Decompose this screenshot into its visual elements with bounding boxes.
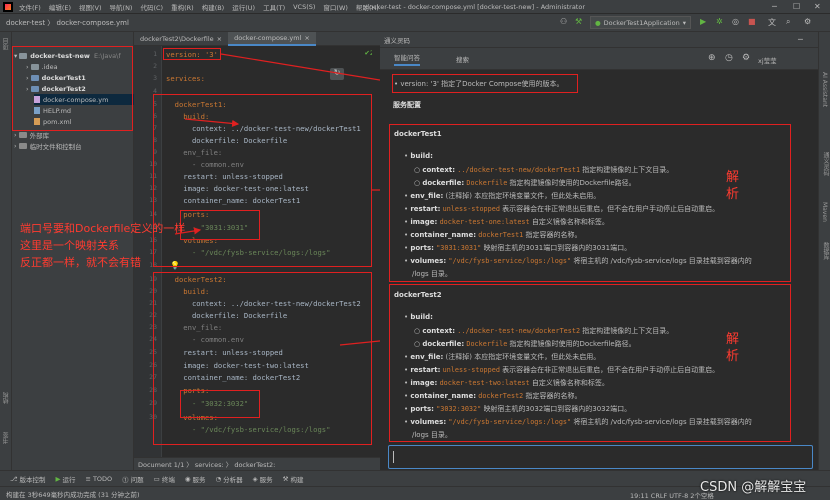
tool-problems[interactable]: ⓵ 问题 bbox=[122, 474, 144, 484]
tool-tongyi[interactable]: 通义灵码 bbox=[821, 152, 830, 176]
jiexi-label-1b: 析 bbox=[726, 187, 740, 202]
list-icon: ≡ bbox=[85, 474, 91, 483]
tool-problems-label: 问题 bbox=[130, 475, 144, 484]
ai-panel-title: 通义灵码 bbox=[384, 36, 410, 45]
history-icon[interactable]: ◷ bbox=[725, 53, 733, 63]
tool-vcs-label: 版本控制 bbox=[19, 475, 46, 484]
problems-icon: ⓵ bbox=[122, 475, 129, 484]
tool-vcs[interactable]: ⎇ 版本控制 bbox=[10, 474, 46, 484]
settings-icon[interactable]: ⚙ bbox=[742, 53, 750, 63]
arrow-ports1 bbox=[174, 227, 202, 235]
tab-search[interactable]: 搜索 bbox=[456, 54, 469, 64]
build-status[interactable]: 构建在 3秒649毫秒内成功完成 (31 分钟之前) bbox=[6, 489, 140, 499]
service1-answer-highlight-box bbox=[389, 124, 791, 282]
user-name[interactable]: xj莹莹 bbox=[758, 55, 777, 65]
build-icon: ⚒ bbox=[282, 474, 289, 483]
terminal-icon: ▭ bbox=[153, 474, 160, 483]
version-answer-highlight-box bbox=[392, 74, 578, 93]
tool-build-label: 构建 bbox=[290, 475, 304, 484]
endpoints-icon: ◈ bbox=[252, 474, 258, 483]
profiler-icon: ◔ bbox=[215, 474, 222, 483]
ai-question-input[interactable] bbox=[388, 445, 813, 469]
tool-services-2-label: 服务 bbox=[259, 475, 273, 484]
arrow-build1 bbox=[184, 118, 240, 128]
tool-services-label: 服务 bbox=[192, 475, 206, 484]
tool-terminal-label: 终端 bbox=[161, 475, 175, 484]
tool-run[interactable]: ▶ 运行 bbox=[56, 474, 76, 484]
tool-maven[interactable]: Maven bbox=[821, 202, 828, 222]
jiexi-label-2b: 析 bbox=[726, 349, 740, 364]
right-tool-strip: AI Assistant 通义灵码 Maven 数据库 bbox=[818, 32, 830, 470]
csdn-watermark: CSDN @解解宝宝 bbox=[700, 480, 807, 495]
minimize-panel-icon[interactable]: ─ bbox=[798, 35, 803, 44]
tool-build[interactable]: ⚒ 构建 bbox=[283, 474, 304, 484]
tool-services[interactable]: ◉ 服务 bbox=[185, 474, 206, 484]
editor-breadcrumb[interactable]: Document 1/1 〉 services: 〉 dockerTest2: bbox=[134, 457, 380, 470]
run-icon: ▶ bbox=[55, 474, 61, 483]
text-cursor bbox=[393, 451, 394, 463]
branch-icon: ⎇ bbox=[10, 474, 18, 483]
arrow-version bbox=[220, 53, 394, 85]
tab-smart-qa[interactable]: 智能问答 bbox=[394, 52, 420, 66]
tool-run-label: 运行 bbox=[62, 475, 76, 484]
services-icon: ◉ bbox=[184, 474, 191, 483]
ai-tabs: 智能问答 搜索 ⊕ ◷ ⚙ xj莹莹 bbox=[380, 48, 818, 70]
ai-panel-header: 通义灵码 ─ bbox=[380, 32, 818, 48]
tool-terminal[interactable]: ▭ 终端 bbox=[154, 474, 175, 484]
tool-profiler-label: 分析器 bbox=[223, 475, 243, 484]
tool-database[interactable]: 数据库 bbox=[821, 242, 830, 260]
tool-profiler[interactable]: ◔ 分析器 bbox=[216, 474, 243, 484]
tool-todo[interactable]: ≡ TODO bbox=[86, 475, 113, 483]
add-chat-icon[interactable]: ⊕ bbox=[708, 53, 716, 63]
tool-ai-assistant[interactable]: AI Assistant bbox=[821, 72, 828, 107]
tool-services-2[interactable]: ◈ 服务 bbox=[253, 474, 273, 484]
tool-todo-label: TODO bbox=[92, 474, 113, 483]
services-heading: 服务配置 bbox=[393, 101, 421, 109]
